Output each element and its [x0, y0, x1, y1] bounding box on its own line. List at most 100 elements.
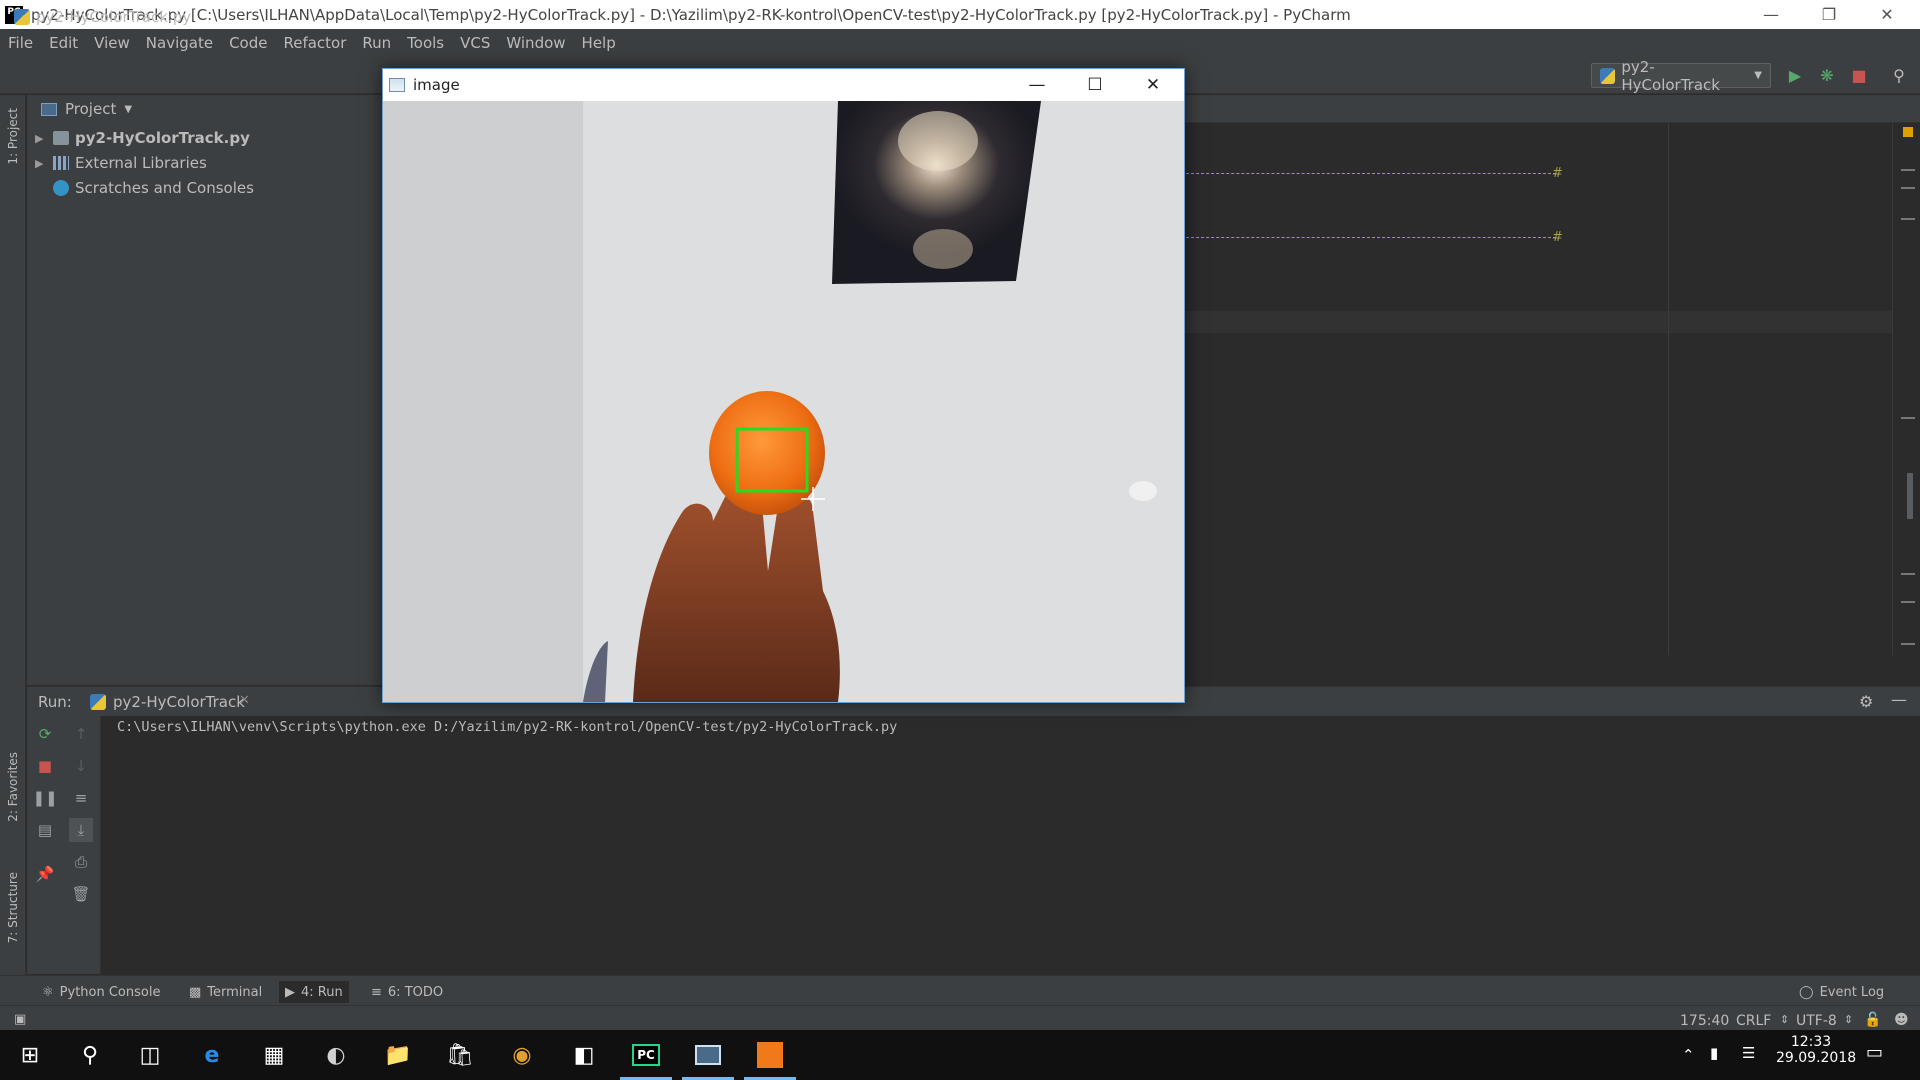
stop-icon[interactable]: ■	[33, 754, 57, 778]
gutter-marker[interactable]	[1901, 169, 1915, 171]
clock-time: 12:33	[1790, 1034, 1832, 1050]
minimize-button[interactable]: —	[1742, 0, 1800, 29]
breadcrumb-file[interactable]: py2-HyColorTrack.py	[36, 8, 191, 26]
task-view-icon[interactable]: ◫	[120, 1030, 180, 1080]
run-tab-label[interactable]: py2-HyColorTrack	[113, 693, 245, 711]
file-explorer-icon[interactable]: 📁	[368, 1030, 428, 1080]
action-center-icon[interactable]: ▭	[1866, 1042, 1883, 1063]
tree-item-project-root[interactable]: ▶ py2-HyColorTrack.py	[35, 126, 250, 150]
lock-icon[interactable]: 🔓	[1864, 1012, 1881, 1028]
gutter-marker[interactable]	[1901, 643, 1915, 645]
warning-marker-icon[interactable]	[1903, 127, 1913, 137]
structure-tool-tab[interactable]: 7: Structure	[6, 872, 20, 943]
project-panel-header[interactable]: Project ▼	[27, 95, 385, 123]
menu-code[interactable]: Code	[227, 34, 275, 52]
restore-button[interactable]: ❐	[1800, 0, 1858, 29]
tab-run[interactable]: ▶ 4: Run	[279, 981, 349, 1003]
pin-icon[interactable]: 📌	[33, 862, 57, 886]
favorites-tool-tab[interactable]: 2: Favorites	[6, 752, 20, 822]
project-header-label[interactable]: Project	[65, 100, 116, 118]
debug-button[interactable]: ❋	[1816, 64, 1838, 86]
expand-arrow-icon[interactable]: ▶	[35, 157, 47, 170]
project-view-icon	[41, 102, 57, 116]
tree-item-external-libraries[interactable]: ▶ External Libraries	[35, 151, 207, 175]
gutter-marker[interactable]	[1901, 218, 1915, 220]
trash-icon[interactable]: 🗑	[69, 882, 93, 906]
layout-icon[interactable]: ▤	[33, 818, 57, 842]
error-stripe-gutter[interactable]	[1892, 123, 1920, 655]
chevron-down-icon[interactable]: ▼	[124, 104, 132, 115]
expand-arrow-icon[interactable]: ▶	[35, 132, 47, 145]
opencv-image-taskbar-icon[interactable]	[678, 1030, 738, 1080]
close-button[interactable]: ✕	[1858, 0, 1916, 29]
run-console[interactable]	[27, 716, 1920, 974]
chrome-icon[interactable]: ◉	[492, 1030, 552, 1080]
stop-button[interactable]: ■	[1848, 64, 1870, 86]
print-icon[interactable]: ⎙	[69, 850, 93, 874]
rerun-icon[interactable]: ⟳	[33, 722, 57, 746]
gutter-marker[interactable]	[1901, 417, 1915, 419]
menu-help[interactable]: Help	[580, 34, 624, 52]
image-window-title: image	[413, 76, 460, 94]
menu-bar: File Edit View Navigate Code Refactor Ru…	[0, 29, 1920, 56]
tab-python-console[interactable]: ⚛ Python Console	[36, 981, 166, 1003]
menu-vcs[interactable]: VCS	[458, 34, 498, 52]
menu-window[interactable]: Window	[504, 34, 573, 52]
event-log-button[interactable]: ◯ Event Log	[1793, 981, 1890, 1003]
cursor-position[interactable]: 175:40	[1680, 1013, 1729, 1029]
down-arrow-icon[interactable]: ↓	[69, 754, 93, 778]
menu-file[interactable]: File	[6, 34, 41, 52]
up-arrow-icon[interactable]: ↑	[69, 722, 93, 746]
hide-panel-icon[interactable]: —	[1891, 690, 1907, 709]
show-hidden-icons-icon[interactable]: ⌃	[1682, 1046, 1695, 1064]
tab-label: 6: TODO	[387, 984, 444, 1000]
chevron-down-icon: ▼	[1754, 70, 1762, 81]
menu-tools[interactable]: Tools	[405, 34, 452, 52]
file-encoding[interactable]: UTF-8	[1796, 1013, 1837, 1029]
tab-todo[interactable]: ≡ 6: TODO	[365, 981, 449, 1003]
taskbar-clock[interactable]: 12:33 29.09.2018	[1776, 1034, 1857, 1066]
sticky-notes-icon[interactable]: ◧	[554, 1030, 614, 1080]
image-maximize-button[interactable]: ☐	[1066, 69, 1124, 101]
paint-app-taskbar-icon[interactable]	[740, 1030, 800, 1080]
menu-navigate[interactable]: Navigate	[144, 34, 221, 52]
calculator-icon[interactable]: ▦	[244, 1030, 304, 1080]
line-separator[interactable]: CRLF	[1736, 1013, 1771, 1029]
toggle-tool-windows-icon[interactable]: ▣	[14, 1012, 26, 1027]
clock-date: 29.09.2018	[1776, 1050, 1857, 1066]
camera-frame[interactable]	[383, 101, 1184, 702]
scroll-to-end-icon[interactable]: ⤓	[69, 818, 93, 842]
editor-scrollbar-thumb[interactable]	[1907, 473, 1913, 519]
pause-icon[interactable]: ❚❚	[32, 786, 57, 810]
gear-icon[interactable]: ⚙	[1859, 692, 1873, 711]
image-minimize-button[interactable]: —	[1008, 69, 1066, 101]
menu-run[interactable]: Run	[360, 34, 399, 52]
search-icon[interactable]: ⚲	[60, 1030, 120, 1080]
paint-icon[interactable]: ◐	[306, 1030, 366, 1080]
project-tool-tab[interactable]: 1: Project	[6, 108, 20, 165]
edge-icon[interactable]: e	[182, 1030, 242, 1080]
menu-view[interactable]: View	[92, 34, 138, 52]
image-close-button[interactable]: ✕	[1124, 69, 1182, 101]
soft-wrap-icon[interactable]: ≡	[69, 786, 93, 810]
inspector-icon[interactable]: ☻	[1894, 1012, 1909, 1028]
gutter-marker[interactable]	[1901, 573, 1915, 575]
battery-icon[interactable]: ▮	[1710, 1044, 1718, 1062]
run-button[interactable]: ▶	[1784, 64, 1806, 86]
run-config-dropdown[interactable]: py2-HyColorTrack ▼	[1591, 58, 1771, 94]
tab-terminal[interactable]: ▩ Terminal	[183, 981, 268, 1003]
right-margin-guide	[1668, 123, 1669, 655]
breadcrumb[interactable]: py2-HyColorTrack.py	[14, 8, 191, 26]
pycharm-taskbar-icon[interactable]: PC	[616, 1030, 676, 1080]
store-icon[interactable]: 🛍	[430, 1030, 490, 1080]
search-everywhere-button[interactable]: ⚲	[1888, 64, 1910, 86]
gutter-marker[interactable]	[1901, 187, 1915, 189]
close-tab-icon[interactable]: ✕	[239, 693, 250, 708]
tree-item-scratches[interactable]: Scratches and Consoles	[35, 176, 254, 200]
menu-refactor[interactable]: Refactor	[281, 34, 354, 52]
gutter-marker[interactable]	[1901, 601, 1915, 603]
wifi-icon[interactable]: ☰	[1742, 1044, 1755, 1062]
windows-start-icon[interactable]: ⊞	[0, 1030, 60, 1080]
menu-edit[interactable]: Edit	[47, 34, 86, 52]
speech-bubble-icon: ◯	[1799, 984, 1814, 1000]
